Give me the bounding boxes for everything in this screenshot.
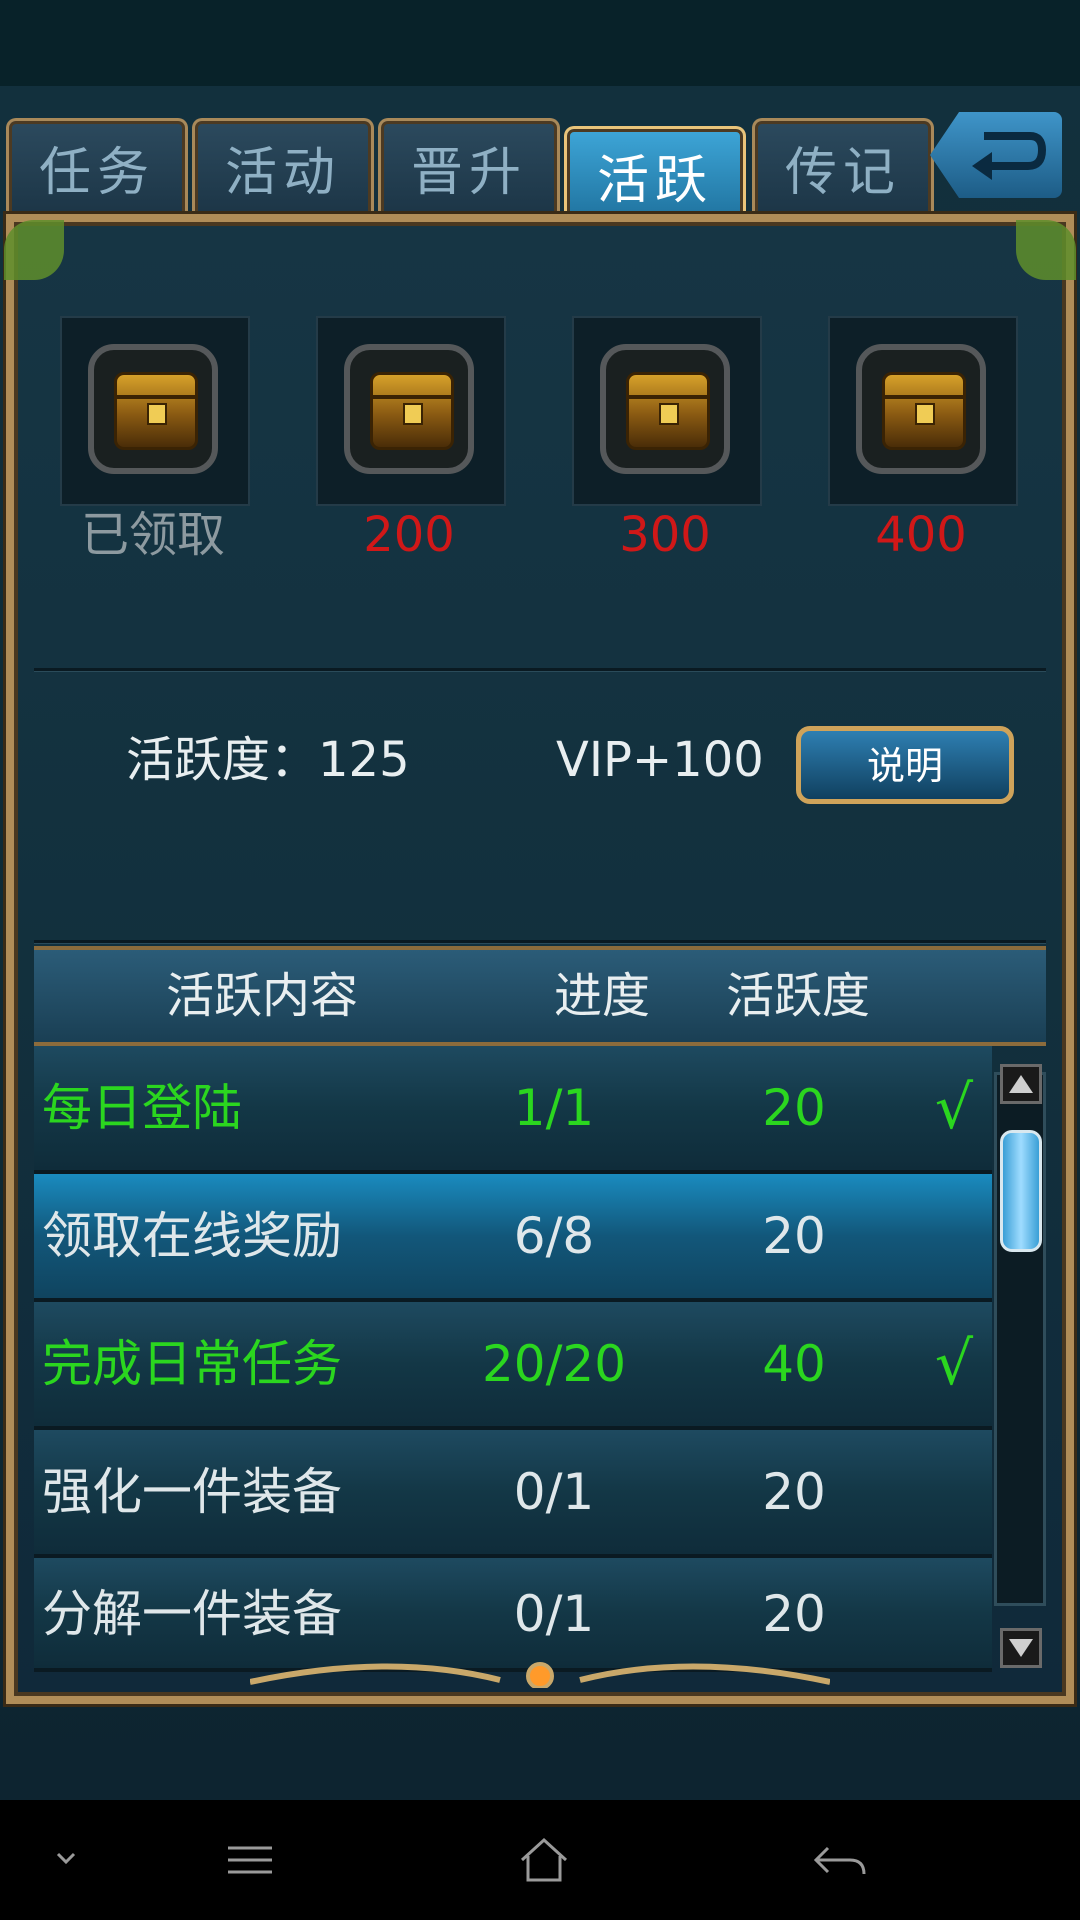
system-nav-bar [0, 1800, 1080, 1920]
reward-chest-3[interactable] [572, 316, 762, 506]
table-row[interactable]: 完成日常任务 20/20 40 √ [34, 1302, 992, 1430]
row-task-name: 强化一件装备 [42, 1463, 342, 1521]
reward-chest-4[interactable] [828, 316, 1018, 506]
row-progress: 20/20 [481, 1335, 627, 1393]
scrollbar-thumb[interactable] [1000, 1130, 1042, 1252]
row-score: 40 [762, 1335, 826, 1393]
treasure-chest-icon [370, 372, 454, 450]
vip-bonus: VIP+100 [556, 732, 764, 788]
treasure-chest-icon [882, 372, 966, 450]
chevron-down-icon[interactable] [26, 1830, 106, 1890]
row-score: 20 [762, 1079, 826, 1137]
row-score: 20 [762, 1463, 826, 1521]
tab-promotion[interactable]: 晋升 [378, 118, 560, 221]
reward-chest-1[interactable] [60, 316, 250, 506]
scroll-down-button[interactable] [1000, 1628, 1042, 1668]
reward-label-2: 200 [363, 507, 455, 563]
row-progress: 1/1 [513, 1079, 595, 1137]
status-bar [0, 0, 1080, 86]
scroll-down-icon [1009, 1639, 1033, 1657]
menu-icon[interactable] [210, 1830, 290, 1890]
treasure-chest-icon [114, 372, 198, 450]
header-score: 活跃度 [726, 968, 871, 1024]
table-header: 活跃内容 进度 活跃度 [34, 946, 1046, 1046]
vine-decoration-right [1016, 220, 1076, 280]
header-progress: 进度 [554, 968, 651, 1024]
tab-biography[interactable]: 传记 [752, 118, 934, 221]
reward-label-4: 400 [875, 507, 967, 563]
check-icon: √ [934, 1073, 974, 1143]
row-task-name: 领取在线奖励 [42, 1207, 342, 1265]
check-icon: √ [934, 1329, 974, 1399]
vine-decoration-left [4, 220, 64, 280]
table-row[interactable]: 每日登陆 1/1 20 √ [34, 1046, 992, 1174]
row-score: 20 [762, 1207, 826, 1265]
back-icon[interactable] [800, 1830, 880, 1890]
divider [34, 940, 1046, 943]
scroll-up-button[interactable] [1000, 1064, 1042, 1104]
scroll-up-icon [1009, 1075, 1033, 1093]
frame-ornament [250, 1662, 830, 1688]
table-row[interactable]: 强化一件装备 0/1 20 [34, 1430, 992, 1558]
back-arrow-icon [972, 132, 1047, 180]
row-task-name: 每日登陆 [42, 1079, 242, 1137]
reward-label-3: 300 [619, 507, 711, 563]
divider [34, 668, 1046, 671]
tab-events[interactable]: 活动 [192, 118, 374, 221]
explain-button[interactable]: 说明 [796, 726, 1014, 804]
row-progress: 6/8 [513, 1207, 595, 1265]
header-content: 活跃内容 [166, 968, 359, 1024]
home-icon[interactable] [504, 1830, 584, 1890]
reward-chest-2[interactable] [316, 316, 506, 506]
tab-tasks[interactable]: 任务 [6, 118, 188, 221]
row-task-name: 完成日常任务 [42, 1335, 342, 1393]
activity-value: 活跃度：125 [126, 732, 410, 788]
reward-label-1: 已领取 [80, 507, 225, 563]
row-progress: 0/1 [513, 1463, 595, 1521]
table-row[interactable]: 领取在线奖励 6/8 20 [34, 1174, 992, 1302]
treasure-chest-icon [626, 372, 710, 450]
